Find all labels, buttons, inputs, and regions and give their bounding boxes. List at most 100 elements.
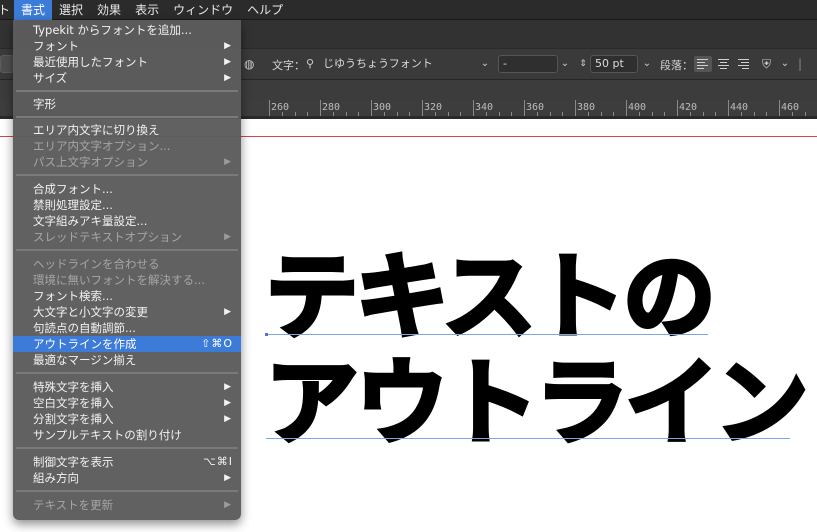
ruler-tick <box>448 112 449 116</box>
menubar-item-effect[interactable]: 効果 <box>90 0 128 20</box>
menu-item-kinsoku-settings[interactable]: 禁則処理設定... <box>13 197 241 213</box>
menu-item-insert-break[interactable]: 分割文字を挿入 ▶ <box>13 411 241 427</box>
font-style-field[interactable]: - <box>498 55 558 73</box>
menu-item-area-type-options: エリア内文字オプション... <box>13 138 241 154</box>
text-options-chevron-icon[interactable]: ⌄ <box>778 55 792 73</box>
menubar-item-window[interactable]: ウィンドウ <box>166 0 240 20</box>
menu-item-change-case[interactable]: 大文字と小文字の変更 ▶ <box>13 304 241 320</box>
menu-item-label: スレッドテキストオプション <box>33 230 183 244</box>
menu-item-glyphs[interactable]: 字形 <box>13 96 241 112</box>
ruler-tick <box>601 112 602 116</box>
menu-item-label: 文字組みアキ量設定... <box>33 214 148 228</box>
submenu-arrow-icon: ▶ <box>224 157 231 167</box>
menubar-item-help[interactable]: ヘルプ <box>240 0 290 20</box>
menu-item-label: 制御文字を表示 <box>33 455 114 469</box>
submenu-arrow-icon: ▶ <box>224 57 231 67</box>
menu-item-convert-to-area-type[interactable]: エリア内文字に切り換え <box>13 122 241 138</box>
menu-item-type-on-path-options: パス上文字オプション ▶ <box>13 154 241 170</box>
ruler-tick <box>626 100 627 116</box>
align-left-icon[interactable] <box>694 56 712 72</box>
menu-item-label: 環境に無いフォントを解決する... <box>33 273 205 287</box>
canvas-text-line-1[interactable]: テキストの <box>263 249 717 346</box>
submenu-arrow-icon: ▶ <box>224 500 231 510</box>
menu-separator <box>16 90 238 92</box>
menubar-item-select[interactable]: 選択 <box>52 0 90 20</box>
ruler-tick <box>269 100 270 116</box>
menu-item-label: アウトラインを作成 <box>33 337 137 351</box>
menu-item-recent-fonts[interactable]: 最近使用したフォント ▶ <box>13 54 241 70</box>
menu-separator <box>16 116 238 118</box>
canvas-text-line-2[interactable]: アウトライン <box>263 355 810 452</box>
menu-item-fill-placeholder-text[interactable]: サンプルテキストの割り付け <box>13 427 241 443</box>
menu-item-label: 分割文字を挿入 <box>33 412 114 426</box>
menubar-item-type[interactable]: 書式 <box>14 0 53 20</box>
font-size-stepper-icon[interactable]: ⇕ <box>576 55 590 73</box>
control-bar-hidden-field[interactable] <box>0 55 14 73</box>
menu-item-insert-whitespace[interactable]: 空白文字を挿入 ▶ <box>13 395 241 411</box>
menu-item-update-legacy-text: テキストを更新 ▶ <box>13 497 241 513</box>
menu-item-shortcut: ⌥⌘I <box>203 455 233 468</box>
ruler-tick <box>307 112 308 116</box>
search-icon[interactable]: ⚲ <box>306 56 314 72</box>
menu-item-label: Typekit からフォントを追加... <box>33 23 192 37</box>
align-right-icon[interactable] <box>734 56 752 72</box>
menu-item-label: 句読点の自動調節... <box>33 321 136 335</box>
menu-separator <box>16 174 238 176</box>
menu-item-insert-special-character[interactable]: 特殊文字を挿入 ▶ <box>13 379 241 395</box>
font-size-field[interactable]: 50 pt <box>590 55 638 73</box>
ruler-tick <box>562 112 563 116</box>
text-baseline-1 <box>266 334 708 335</box>
ruler-label: 280 <box>322 102 341 113</box>
font-size-chevron-icon[interactable]: ⌄ <box>640 55 654 73</box>
ruler-tick <box>397 112 398 116</box>
menu-item-label: フォント検索... <box>33 289 113 303</box>
ruler-label: 260 <box>271 102 290 113</box>
menu-item-size[interactable]: サイズ ▶ <box>13 70 241 86</box>
ruler-tick <box>664 112 665 116</box>
menu-item-label: 最近使用したフォント <box>33 55 148 69</box>
text-anchor-point[interactable] <box>265 333 268 336</box>
ruler-label: 360 <box>526 102 545 113</box>
menu-item-add-typekit-fonts[interactable]: Typekit からフォントを追加... <box>13 22 241 38</box>
menu-item-label: 合成フォント... <box>33 182 113 196</box>
menu-item-smart-punctuation[interactable]: 句読点の自動調節... <box>13 320 241 336</box>
color-wheel-icon[interactable]: ◍ <box>244 56 254 72</box>
menu-item-find-font[interactable]: フォント検索... <box>13 288 241 304</box>
menu-item-label: 空白文字を挿入 <box>33 396 114 410</box>
submenu-arrow-icon: ▶ <box>224 73 231 83</box>
ruler-tick <box>575 100 576 116</box>
ruler-tick <box>754 112 755 116</box>
font-family-field[interactable]: じゆうちょうフォント <box>318 55 478 73</box>
menu-item-font[interactable]: フォント ▶ <box>13 38 241 54</box>
ruler-label: 320 <box>424 102 443 113</box>
text-options-icon[interactable]: ⛨ <box>762 56 771 72</box>
submenu-arrow-icon: ▶ <box>224 398 231 408</box>
menu-item-optical-margin-alignment[interactable]: 最適なマージン揃え <box>13 352 241 368</box>
ruler-tick <box>613 112 614 116</box>
ruler-tick <box>550 112 551 116</box>
font-style-chevron-icon[interactable]: ⌄ <box>558 55 572 73</box>
ruler-tick <box>473 100 474 116</box>
menu-item-label: フォント <box>33 39 79 53</box>
menu-item-show-hidden-characters[interactable]: 制御文字を表示 ⌥⌘I <box>13 454 241 470</box>
menu-item-threaded-text-options: スレッドテキストオプション ▶ <box>13 229 241 245</box>
menu-item-type-orientation[interactable]: 組み方向 ▶ <box>13 470 241 486</box>
ruler-tick <box>511 112 512 116</box>
type-menu-dropdown: Typekit からフォントを追加... フォント ▶ 最近使用したフォント ▶ サ… <box>13 20 241 520</box>
submenu-arrow-icon: ▶ <box>224 473 231 483</box>
font-family-chevron-icon[interactable]: ⌄ <box>478 55 492 73</box>
menu-item-create-outlines[interactable]: アウトラインを作成 ⇧⌘O <box>13 336 241 352</box>
ruler-tick <box>715 112 716 116</box>
menu-item-shortcut: ⇧⌘O <box>201 337 233 350</box>
align-center-icon[interactable] <box>714 56 732 72</box>
menu-bar: ト 書式 選択 効果 表示 ウィンドウ ヘルプ <box>0 0 817 20</box>
ruler-tick <box>766 112 767 116</box>
menubar-item-view[interactable]: 表示 <box>128 0 166 20</box>
character-label: 文字： <box>272 59 305 72</box>
ruler-label: 460 <box>781 102 800 113</box>
menu-separator <box>16 249 238 251</box>
ruler-tick <box>728 100 729 116</box>
menu-item-composite-fonts[interactable]: 合成フォント... <box>13 181 241 197</box>
menu-item-mojikumi-settings[interactable]: 文字組みアキ量設定... <box>13 213 241 229</box>
menubar-item-text[interactable]: ト <box>0 0 14 20</box>
